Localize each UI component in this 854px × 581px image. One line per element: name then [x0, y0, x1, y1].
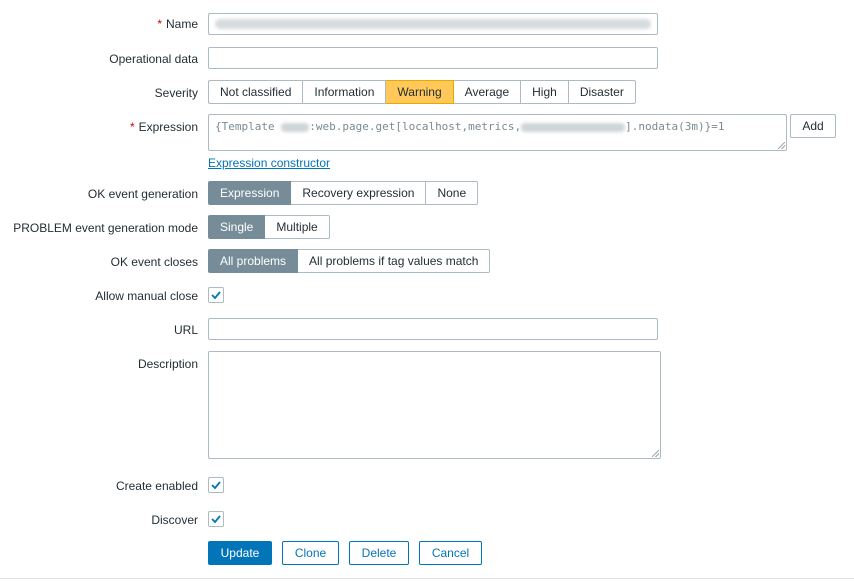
operational-data-label: Operational data — [109, 52, 198, 66]
resize-grip-icon[interactable] — [778, 142, 785, 149]
required-mark: * — [157, 17, 162, 31]
ok-gen-none[interactable]: None — [426, 181, 479, 205]
severity-average[interactable]: Average — [453, 80, 522, 104]
check-icon — [211, 481, 221, 490]
severity-information[interactable]: Information — [303, 80, 387, 104]
expression-textarea[interactable]: {Template :web.page.get[localhost,metric… — [208, 114, 787, 151]
cancel-button[interactable]: Cancel — [419, 541, 482, 565]
create-enabled-label: Create enabled — [115, 479, 198, 493]
severity-high[interactable]: High — [521, 80, 569, 104]
discover-checkbox[interactable] — [208, 511, 224, 527]
name-label: * Name — [157, 17, 198, 31]
ok-closes-tag-match[interactable]: All problems if tag values match — [298, 249, 491, 273]
allow-manual-close-label: Allow manual close — [95, 289, 198, 303]
discover-label: Discover — [151, 513, 198, 527]
ok-gen-recovery-expression[interactable]: Recovery expression — [291, 181, 427, 205]
ok-closes-all-problems[interactable]: All problems — [208, 249, 299, 273]
check-icon — [211, 291, 221, 300]
expression-text: {Template :web.page.get[localhost,metric… — [215, 120, 725, 133]
allow-manual-close-checkbox[interactable] — [208, 287, 224, 303]
expression-add-button[interactable]: Add — [790, 114, 836, 138]
required-mark: * — [129, 120, 135, 134]
operational-data-input[interactable] — [208, 47, 658, 69]
problem-mode-multiple[interactable]: Multiple — [265, 215, 330, 239]
ok-event-generation-selector: Expression Recovery expression None — [208, 181, 479, 205]
severity-label: Severity — [154, 86, 198, 100]
ok-event-closes-selector: All problems All problems if tag values … — [208, 249, 491, 273]
update-button[interactable]: Update — [208, 541, 272, 565]
severity-selector: Not classified Information Warning Avera… — [208, 80, 636, 104]
ok-event-closes-label: OK event closes — [110, 255, 198, 269]
resize-grip-icon[interactable] — [652, 450, 659, 457]
expression-constructor-link[interactable]: Expression constructor — [208, 156, 330, 170]
name-value-blurred — [215, 19, 651, 29]
severity-not-classified[interactable]: Not classified — [208, 80, 304, 104]
create-enabled-checkbox[interactable] — [208, 477, 224, 493]
clone-button[interactable]: Clone — [282, 541, 339, 565]
delete-button[interactable]: Delete — [349, 541, 409, 565]
ok-event-generation-label: OK event generation — [87, 187, 198, 201]
name-input[interactable] — [208, 13, 658, 35]
ok-gen-expression[interactable]: Expression — [208, 181, 292, 205]
problem-mode-single[interactable]: Single — [208, 215, 266, 239]
url-label: URL — [173, 323, 198, 337]
description-textarea[interactable] — [208, 351, 661, 459]
expression-blur-1 — [281, 122, 310, 132]
check-icon — [211, 515, 221, 524]
severity-disaster[interactable]: Disaster — [568, 80, 636, 104]
problem-mode-selector: Single Multiple — [208, 215, 330, 239]
url-input[interactable] — [208, 318, 658, 340]
bottom-divider — [0, 578, 854, 579]
description-label: Description — [137, 357, 198, 371]
expression-blur-2 — [521, 122, 626, 132]
severity-warning[interactable]: Warning — [386, 80, 454, 104]
problem-mode-label: PROBLEM event generation mode — [13, 221, 198, 235]
expression-label: * Expression — [129, 120, 198, 134]
